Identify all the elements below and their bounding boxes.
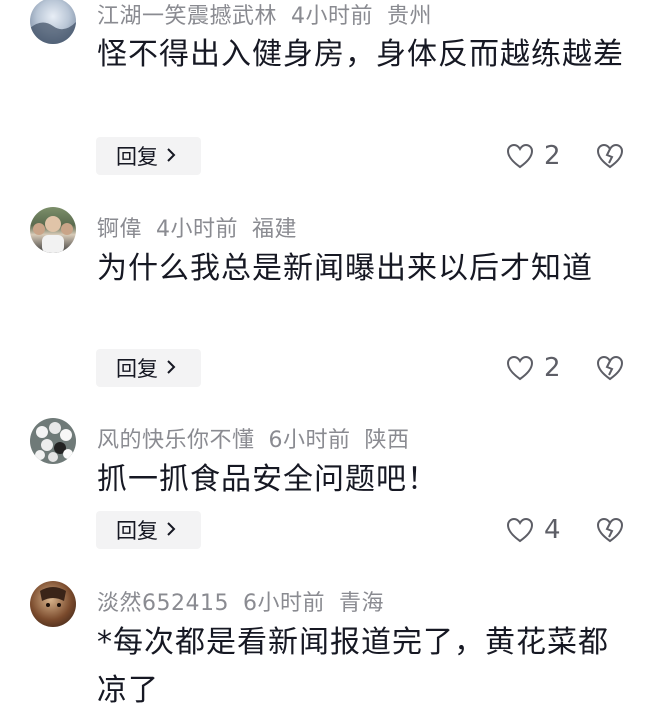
like-count: 2	[544, 353, 561, 383]
avatar[interactable]	[30, 581, 76, 627]
timestamp: 4小时前	[291, 4, 374, 29]
username[interactable]: 淡然652415	[97, 591, 229, 616]
comment-meta: 江湖一笑震撼武林 4小时前 贵州	[97, 0, 446, 30]
chevron-right-icon	[166, 144, 176, 168]
location: 青海	[338, 591, 384, 616]
timestamp: 6小时前	[242, 591, 325, 616]
dislike-button[interactable]	[596, 136, 624, 176]
like-button[interactable]: 2	[506, 136, 561, 176]
like-button[interactable]: 4	[506, 510, 561, 550]
avatar[interactable]	[30, 0, 76, 44]
comment-text: 抓一抓食品安全问题吧！	[97, 462, 438, 497]
reply-button[interactable]: 回复	[96, 511, 201, 549]
comment-text: 为什么我总是新闻曝出来以后才知道	[97, 251, 593, 286]
timestamp: 6小时前	[268, 428, 351, 453]
like-count: 4	[544, 515, 561, 545]
location: 福建	[252, 217, 298, 242]
broken-heart-icon	[596, 143, 624, 169]
comment-meta: 锕偉 4小时前 福建	[97, 211, 311, 243]
reply-label: 回复	[116, 357, 158, 381]
heart-outline-icon	[506, 143, 534, 169]
like-count: 2	[544, 141, 561, 171]
location: 陕西	[364, 428, 410, 453]
reply-button[interactable]: 回复	[96, 137, 201, 175]
heart-outline-icon	[506, 517, 534, 543]
reply-label: 回复	[116, 145, 158, 169]
reply-button[interactable]: 回复	[96, 349, 201, 387]
location: 贵州	[387, 4, 433, 29]
comment-text: 怪不得出入健身房，身体反而越练越差	[97, 37, 624, 72]
comment-meta: 风的快乐你不懂 6小时前 陕西	[97, 422, 424, 454]
reply-label: 回复	[116, 519, 158, 543]
username[interactable]: 江湖一笑震撼武林	[97, 4, 277, 29]
broken-heart-icon	[596, 517, 624, 543]
comment-meta: 淡然652415 6小时前 青海	[97, 585, 398, 617]
dislike-button[interactable]	[596, 510, 624, 550]
avatar[interactable]	[30, 207, 76, 253]
timestamp: 4小时前	[156, 217, 239, 242]
chevron-right-icon	[166, 518, 176, 542]
dislike-button[interactable]	[596, 348, 624, 388]
heart-outline-icon	[506, 355, 534, 381]
username[interactable]: 风的快乐你不懂	[97, 428, 255, 453]
like-button[interactable]: 2	[506, 348, 561, 388]
avatar[interactable]	[30, 418, 76, 464]
broken-heart-icon	[596, 355, 624, 381]
username[interactable]: 锕偉	[97, 217, 142, 242]
comment-text: *每次都是看新闻报道完了，黄花菜都凉了	[97, 625, 609, 708]
chevron-right-icon	[166, 356, 176, 380]
